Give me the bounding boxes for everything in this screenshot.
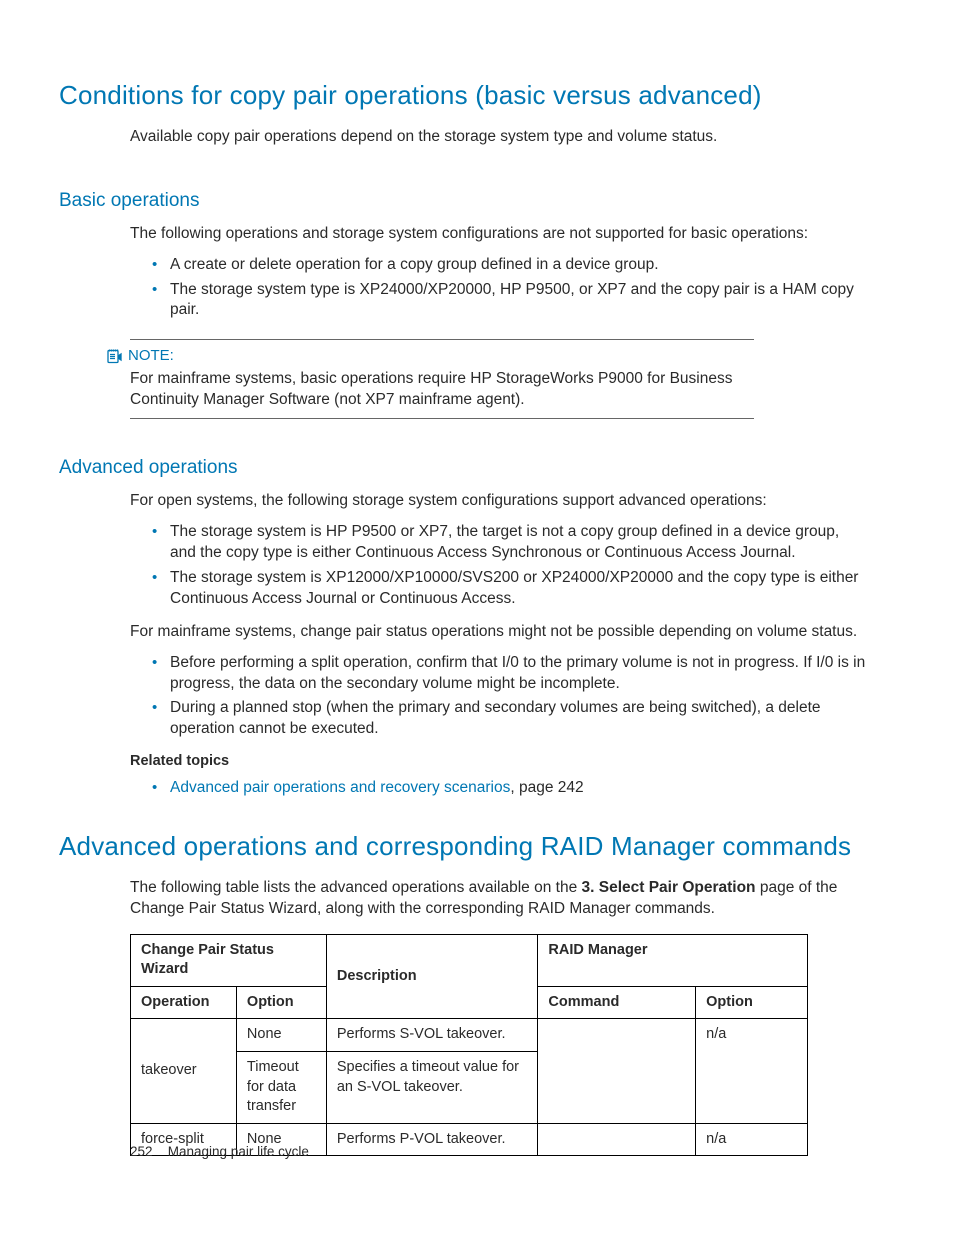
table-row: takeover None Performs S-VOL takeover. n… — [131, 1019, 808, 1052]
note-block: NOTE: For mainframe systems, basic opera… — [130, 339, 754, 419]
page-footer: 252 Managing pair life cycle — [130, 1143, 309, 1161]
heading-basic-operations: Basic operations — [59, 188, 954, 214]
cell-description: Performs P-VOL takeover. — [326, 1123, 538, 1156]
cell-operation: takeover — [131, 1019, 237, 1123]
page-number: 252 — [130, 1143, 164, 1161]
note-icon — [106, 348, 122, 364]
list-item: The storage system is XP12000/XP10000/SV… — [152, 568, 866, 610]
commands-table: Change Pair Status Wizard Description RA… — [130, 934, 808, 1157]
advanced-bullet-list-b: Before performing a split operation, con… — [152, 653, 866, 741]
th-option: Option — [236, 986, 326, 1019]
list-item: The storage system is HP P9500 or XP7, t… — [152, 522, 866, 564]
note-label: NOTE: — [128, 346, 174, 366]
text-span: The following table lists the advanced o… — [130, 879, 582, 896]
heading-advanced-operations: Advanced operations — [59, 455, 954, 481]
related-suffix: , page 242 — [510, 779, 583, 796]
related-link[interactable]: Advanced pair operations and recovery sc… — [170, 779, 510, 796]
cell-command — [538, 1019, 696, 1123]
cell-raid-option — [696, 1051, 808, 1123]
basic-bullet-list: A create or delete operation for a copy … — [152, 255, 866, 322]
cell-description: Specifies a timeout value for an S-VOL t… — [326, 1051, 538, 1123]
cell-command — [538, 1123, 696, 1156]
note-body: For mainframe systems, basic operations … — [130, 369, 754, 411]
cell-description: Performs S-VOL takeover. — [326, 1019, 538, 1052]
footer-chapter-title: Managing pair life cycle — [168, 1144, 309, 1159]
advanced-intro: For open systems, the following storage … — [130, 491, 866, 512]
heading-conditions: Conditions for copy pair operations (bas… — [59, 78, 954, 113]
basic-intro: The following operations and storage sys… — [130, 224, 866, 245]
list-item: Advanced pair operations and recovery sc… — [152, 778, 866, 799]
cell-option: Timeout for data trans­fer — [236, 1051, 326, 1123]
advanced-bullet-list-a: The storage system is HP P9500 or XP7, t… — [152, 522, 866, 610]
document-page: Conditions for copy pair operations (bas… — [0, 0, 954, 1235]
th-operation: Operation — [131, 986, 237, 1019]
intro-paragraph: Available copy pair operations depend on… — [130, 127, 866, 148]
cell-raid-option: n/a — [696, 1123, 808, 1156]
th-description: Description — [326, 934, 538, 1019]
th-command: Command — [538, 986, 696, 1019]
cell-option: None — [236, 1019, 326, 1052]
bold-span: 3. Select Pair Operation — [582, 879, 756, 896]
list-item: A create or delete operation for a copy … — [152, 255, 866, 276]
th-raid-option: Option — [696, 986, 808, 1019]
th-change-pair-wizard: Change Pair Status Wizard — [131, 934, 327, 986]
list-item: During a planned stop (when the primary … — [152, 698, 866, 740]
th-raid-manager: RAID Manager — [538, 934, 808, 986]
related-topics-label: Related topics — [130, 752, 954, 772]
advanced-mainframe-para: For mainframe systems, change pair statu… — [130, 622, 866, 643]
list-item: Before performing a split operation, con… — [152, 653, 866, 695]
related-topics-list: Advanced pair operations and recovery sc… — [152, 778, 866, 799]
commands-intro: The following table lists the advanced o… — [130, 878, 866, 920]
list-item: The storage system type is XP24000/XP200… — [152, 280, 866, 322]
heading-advanced-raid-commands: Advanced operations and corresponding RA… — [59, 829, 954, 864]
cell-raid-option: n/a — [696, 1019, 808, 1052]
